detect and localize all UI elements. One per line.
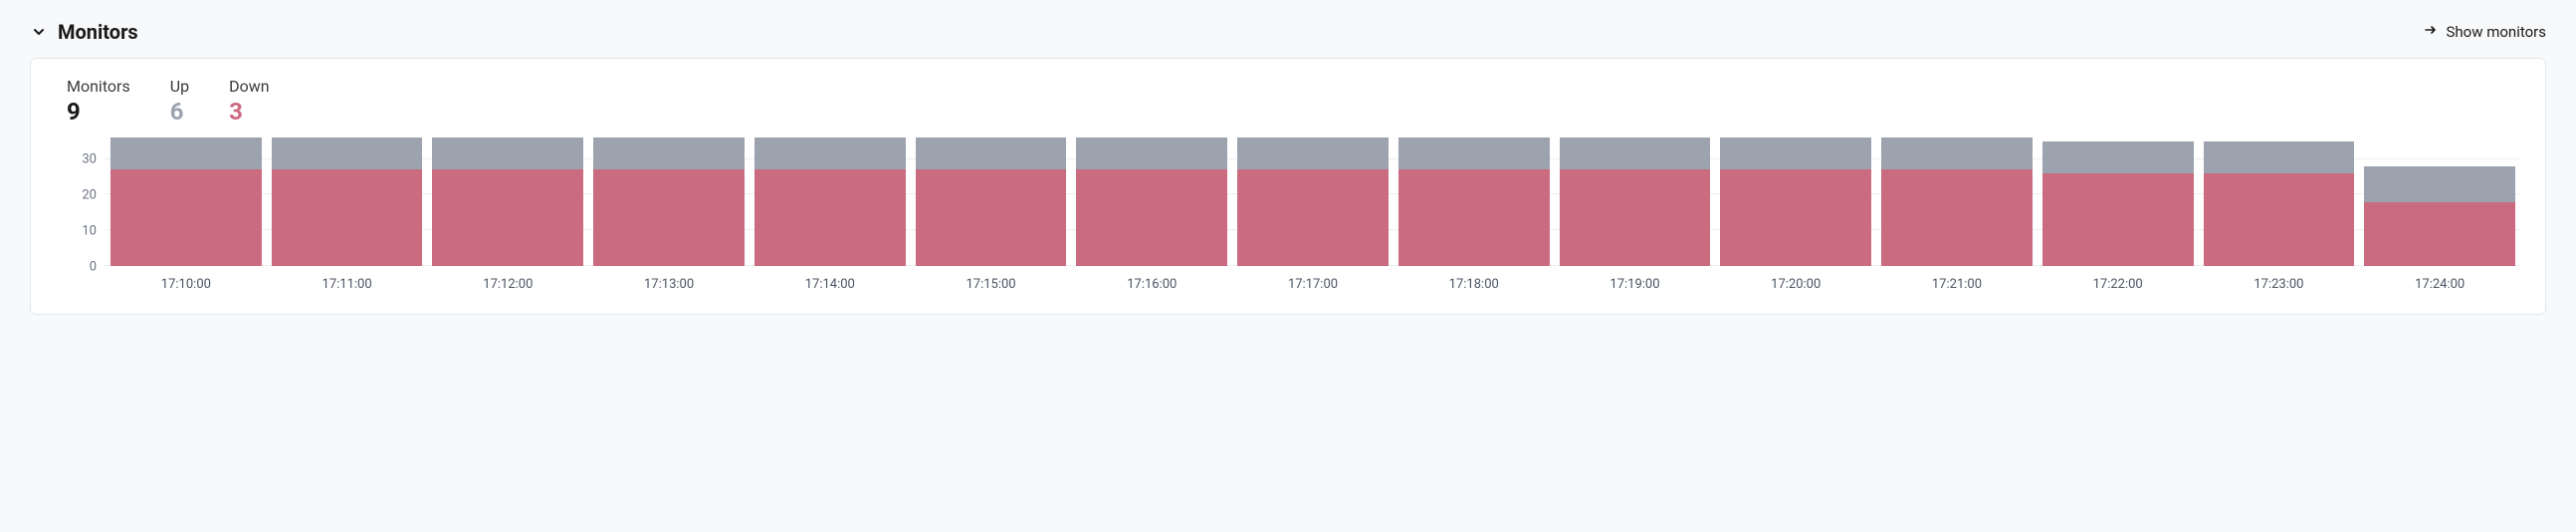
panel-header: Monitors Show monitors <box>30 20 2546 44</box>
bar-segment-up <box>916 137 1067 169</box>
x-tick: 17:21:00 <box>1881 277 2033 292</box>
bar-column[interactable] <box>2042 137 2194 266</box>
x-tick: 17:17:00 <box>1237 277 1389 292</box>
bar-column[interactable] <box>1720 137 1871 266</box>
monitors-card: Monitors 9 Up 6 Down 3 0102030 17:10:001… <box>30 58 2546 315</box>
bar-column[interactable] <box>1881 137 2033 266</box>
bar-column[interactable] <box>1237 137 1389 266</box>
bar-segment-down <box>916 169 1067 266</box>
bar-segment-up <box>2042 141 2194 173</box>
bar-segment-up <box>1398 137 1550 169</box>
bar-segment-down <box>2364 202 2515 267</box>
bar-segment-up <box>1076 137 1227 169</box>
arrow-right-icon <box>2423 22 2439 42</box>
stat-up-label: Up <box>170 77 189 96</box>
x-tick: 17:24:00 <box>2364 277 2515 292</box>
bar-segment-down <box>1881 169 2033 266</box>
y-tick: 20 <box>82 188 97 201</box>
bar-column[interactable] <box>2364 137 2515 266</box>
panel-header-left[interactable]: Monitors <box>30 20 138 44</box>
bar-column[interactable] <box>272 137 423 266</box>
x-tick: 17:10:00 <box>110 277 262 292</box>
bar-segment-down <box>593 169 745 266</box>
bar-column[interactable] <box>432 137 583 266</box>
x-tick: 17:14:00 <box>754 277 906 292</box>
panel-title: Monitors <box>58 20 138 44</box>
bar-segment-down <box>110 169 262 266</box>
bar-segment-up <box>2364 166 2515 202</box>
bar-segment-up <box>1237 137 1389 169</box>
y-tick: 10 <box>82 224 97 237</box>
x-tick: 17:23:00 <box>2204 277 2355 292</box>
x-tick: 17:11:00 <box>272 277 423 292</box>
bar-segment-up <box>2204 141 2355 173</box>
bar-segment-down <box>2204 173 2355 266</box>
bar-segment-up <box>1560 137 1711 169</box>
stat-down: Down 3 <box>229 77 269 126</box>
bar-segment-up <box>593 137 745 169</box>
stat-up: Up 6 <box>170 77 189 126</box>
bar-segment-down <box>754 169 906 266</box>
bar-segment-down <box>1076 169 1227 266</box>
bar-segment-up <box>1720 137 1871 169</box>
x-tick: 17:18:00 <box>1398 277 1550 292</box>
bar-segment-up <box>432 137 583 169</box>
bar-column[interactable] <box>593 137 745 266</box>
bar-column[interactable] <box>1560 137 1711 266</box>
bar-segment-up <box>1881 137 2033 169</box>
bar-column[interactable] <box>754 137 906 266</box>
bar-segment-down <box>1237 169 1389 266</box>
chart: 0102030 <box>55 137 2521 267</box>
y-tick: 0 <box>90 261 97 274</box>
show-monitors-label: Show monitors <box>2447 23 2547 41</box>
y-tick: 30 <box>82 152 97 165</box>
chart-bars <box>105 137 2521 266</box>
chevron-down-icon[interactable] <box>30 23 48 41</box>
x-tick: 17:19:00 <box>1560 277 1711 292</box>
x-tick: 17:20:00 <box>1720 277 1871 292</box>
stat-total-label: Monitors <box>67 77 130 96</box>
x-tick: 17:16:00 <box>1076 277 1227 292</box>
bar-segment-up <box>110 137 262 169</box>
x-tick: 17:22:00 <box>2042 277 2194 292</box>
bar-segment-down <box>2042 173 2194 266</box>
bar-column[interactable] <box>1076 137 1227 266</box>
bar-segment-up <box>272 137 423 169</box>
stat-total: Monitors 9 <box>67 77 130 126</box>
stat-down-label: Down <box>229 77 269 96</box>
chart-plot-area <box>105 137 2521 267</box>
bar-column[interactable] <box>110 137 262 266</box>
x-tick: 17:13:00 <box>593 277 745 292</box>
bar-segment-down <box>1560 169 1711 266</box>
chart-y-axis: 0102030 <box>55 137 105 267</box>
chart-x-axis: 17:10:00 17:11:00 17:12:00 17:13:00 17:14:00… <box>105 277 2521 292</box>
bar-segment-up <box>754 137 906 169</box>
x-tick: 17:12:00 <box>432 277 583 292</box>
bar-segment-down <box>432 169 583 266</box>
stat-down-value: 3 <box>229 98 269 126</box>
bar-segment-down <box>272 169 423 266</box>
stats-row: Monitors 9 Up 6 Down 3 <box>55 77 2521 126</box>
x-tick: 17:15:00 <box>916 277 1067 292</box>
bar-segment-down <box>1720 169 1871 266</box>
stat-total-value: 9 <box>67 98 130 126</box>
stat-up-value: 6 <box>170 98 189 126</box>
bar-segment-down <box>1398 169 1550 266</box>
bar-column[interactable] <box>2204 137 2355 266</box>
bar-column[interactable] <box>1398 137 1550 266</box>
bar-column[interactable] <box>916 137 1067 266</box>
show-monitors-link[interactable]: Show monitors <box>2423 22 2547 42</box>
